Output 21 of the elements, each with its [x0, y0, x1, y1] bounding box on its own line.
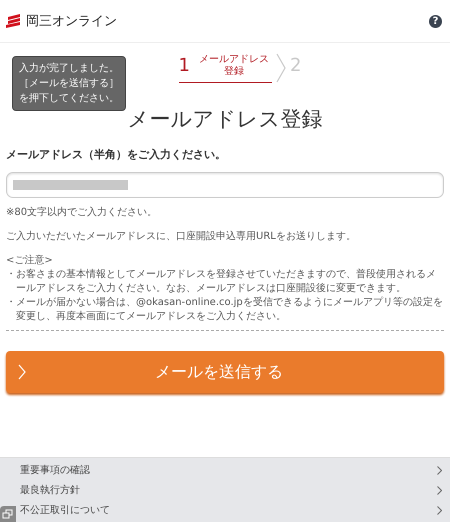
email-input-field[interactable]: [6, 172, 444, 198]
footer-link[interactable]: 最良執行方針: [20, 480, 450, 500]
hint-text: ※80文字以内でご入力ください。: [6, 206, 158, 220]
info-text: ご入力いただいたメールアドレスに、口座開設申込専用URLをお送りします。: [6, 230, 357, 244]
footer-link[interactable]: 不公正取引について: [20, 500, 450, 520]
notice-item: ・メールが届かない場合は、@okasan-online.co.jpを受信できるようにメールアプリ等の設定を変更し、再度本画面にてメールアドレスをご入力ください。: [6, 296, 444, 324]
help-icon[interactable]: ?: [429, 14, 442, 28]
logo-icon: [6, 14, 22, 28]
notice-heading: <ご注意>: [6, 254, 54, 268]
notice-item: ・お客さまの基本情報としてメールアドレスを登録させていただきますので、普段使用されるメールアドレスをご入力ください。なお、メールアドレスは口座開設後に変更できます。: [6, 268, 437, 296]
chevron-icon: [437, 466, 442, 474]
chevron-icon: [18, 364, 26, 380]
chevron-icon: [437, 506, 442, 514]
field-label: メールアドレス（半角）をご入力ください。: [6, 147, 227, 162]
chevron-icon: [437, 486, 442, 494]
logo-text: 岡三オンライン: [26, 13, 117, 30]
page-title: メールアドレス登録: [126, 106, 324, 133]
chevron-icon: [276, 53, 286, 83]
footer-link[interactable]: 重要事項の確認: [20, 460, 450, 480]
window-icon[interactable]: [0, 506, 16, 522]
tooltip: 入力が完了しました。 ［メールを送信する］ を押下してください。: [12, 56, 126, 111]
